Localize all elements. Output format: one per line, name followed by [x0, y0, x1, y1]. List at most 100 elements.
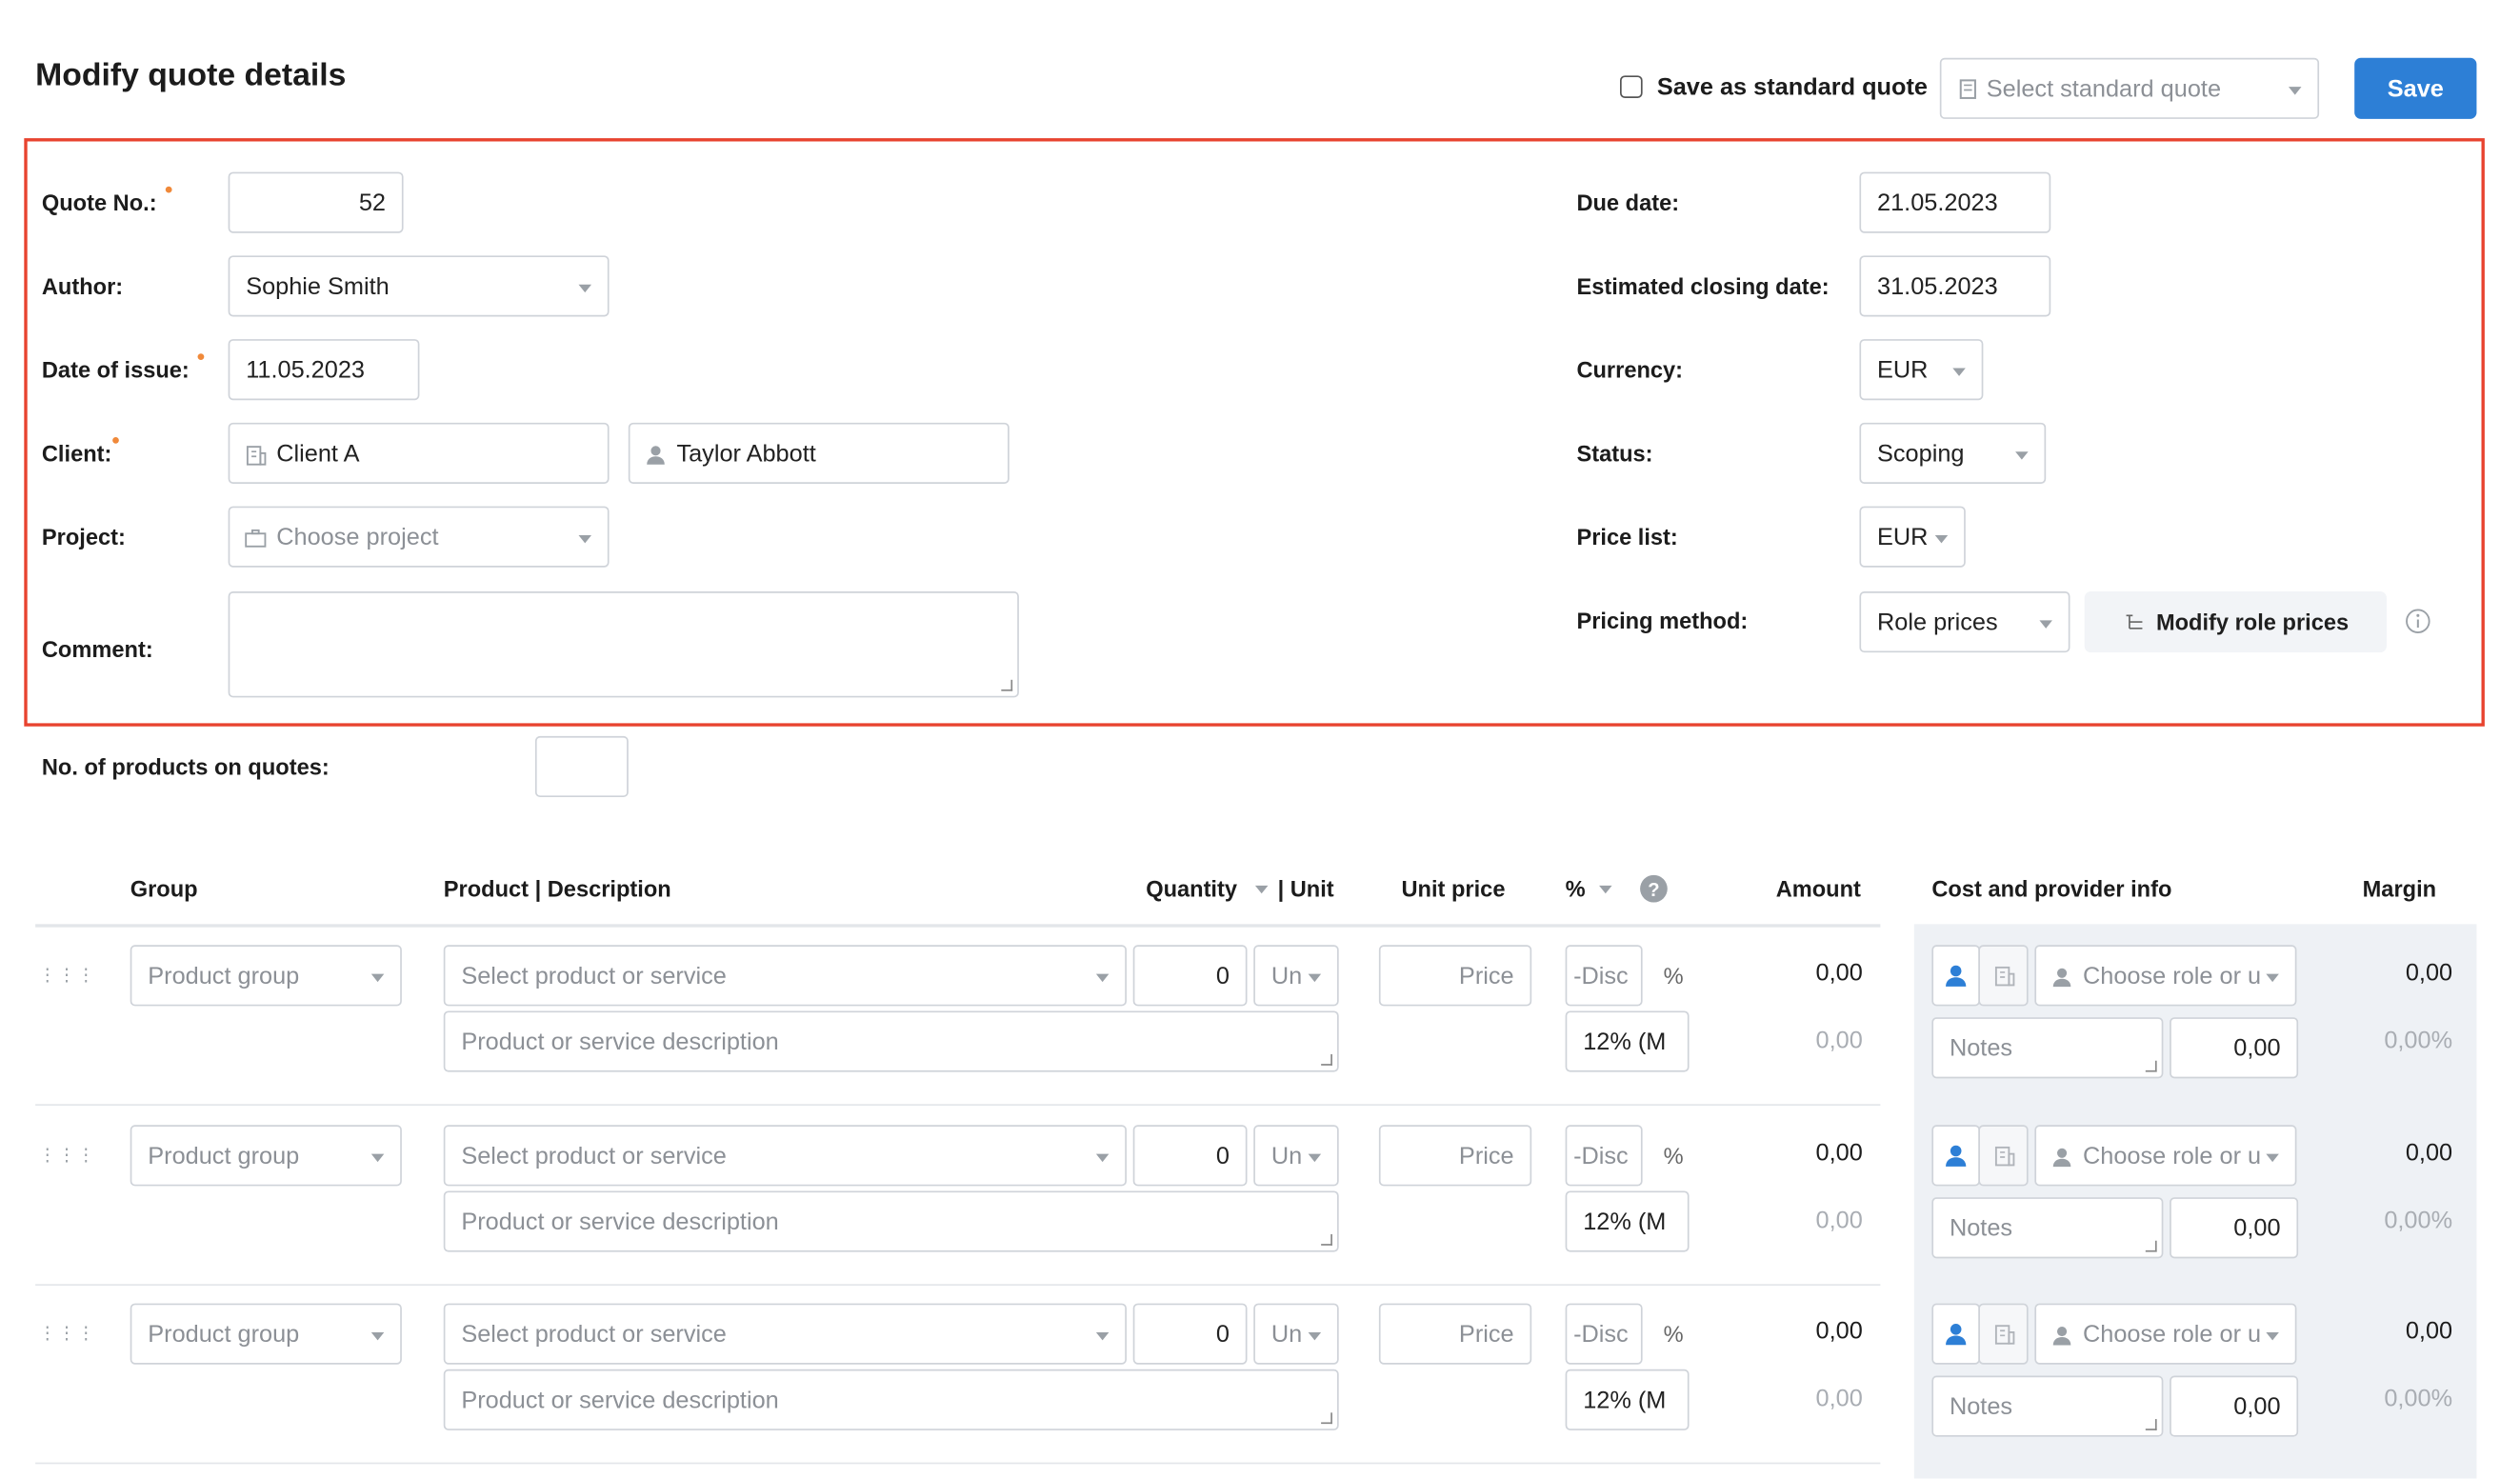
- assign-provider-toggle[interactable]: [1978, 1303, 2029, 1365]
- resize-handle-icon[interactable]: [2145, 1060, 2157, 1072]
- client-select[interactable]: Client A: [228, 422, 610, 484]
- notes-textarea[interactable]: Notes: [1931, 1017, 2164, 1079]
- products-count-input[interactable]: [534, 735, 629, 797]
- header-unit: | Unit: [1277, 875, 1334, 902]
- unit-select[interactable]: Un: [1253, 1303, 1339, 1365]
- quote-no-value: 52: [358, 189, 386, 216]
- role-placeholder: Choose role or u: [2083, 1141, 2262, 1169]
- author-value: Sophie Smith: [246, 272, 390, 300]
- drag-handle-icon[interactable]: ⋮⋮⋮: [39, 1145, 97, 1165]
- author-select[interactable]: Sophie Smith: [228, 255, 610, 317]
- vat-select[interactable]: 12% (M: [1565, 1369, 1690, 1430]
- unit-select[interactable]: Un: [1253, 1125, 1339, 1187]
- price-list-select[interactable]: EUR: [1859, 506, 1966, 568]
- margin-value: 0,00: [2405, 1139, 2453, 1168]
- assign-provider-toggle[interactable]: [1978, 945, 2029, 1007]
- resize-handle-icon[interactable]: [2145, 1419, 2157, 1430]
- drag-handle-icon[interactable]: ⋮⋮⋮: [39, 965, 97, 985]
- header-group: Group: [130, 875, 198, 902]
- quantity-sort-icon[interactable]: [1254, 885, 1269, 894]
- due-date-input[interactable]: 21.05.2023: [1859, 171, 2051, 233]
- project-placeholder: Choose project: [276, 523, 439, 550]
- quantity-input[interactable]: 0: [1132, 945, 1248, 1007]
- modify-role-prices-button[interactable]: Modify role prices: [2084, 591, 2387, 653]
- hierarchy-icon: [2125, 614, 2142, 630]
- closing-date-input[interactable]: 31.05.2023: [1859, 255, 2051, 317]
- vat-select[interactable]: 12% (M: [1565, 1010, 1690, 1072]
- help-icon[interactable]: ?: [1639, 874, 1668, 903]
- role-placeholder: Choose role or u: [2083, 1320, 2262, 1348]
- role-select[interactable]: Choose role or u: [2034, 945, 2297, 1007]
- quote-no-input[interactable]: 52: [228, 171, 404, 233]
- resize-handle-icon[interactable]: [2145, 1240, 2157, 1252]
- vat-value: 12% (M: [1583, 1386, 1667, 1414]
- select-standard-quote[interactable]: Select standard quote: [1939, 57, 2320, 119]
- cost-input[interactable]: 0,00: [2170, 1197, 2299, 1259]
- issue-date-value: 11.05.2023: [246, 355, 366, 384]
- unit-price-input[interactable]: Price: [1378, 1303, 1532, 1365]
- comment-label: Comment:: [41, 636, 153, 663]
- currency-select[interactable]: EUR: [1859, 339, 1984, 401]
- notes-textarea[interactable]: Notes: [1931, 1197, 2164, 1259]
- chevron-down-icon: [578, 534, 591, 544]
- cost-input[interactable]: 0,00: [2170, 1017, 2299, 1079]
- resize-handle-icon[interactable]: [1321, 1054, 1332, 1066]
- pricing-method-select[interactable]: Role prices: [1859, 591, 2070, 653]
- product-select[interactable]: Select product or service: [443, 945, 1127, 1007]
- cost-value: 0,00: [2233, 1213, 2281, 1242]
- unit-price-input[interactable]: Price: [1378, 1125, 1532, 1187]
- save-standard-label: Save as standard quote: [1656, 73, 1928, 102]
- contact-select[interactable]: Taylor Abbott: [628, 422, 1010, 484]
- discount-input[interactable]: -Disc: [1565, 1125, 1643, 1187]
- unit-placeholder: Un: [1270, 1141, 1303, 1169]
- chevron-down-icon: [2039, 620, 2052, 629]
- assign-person-toggle[interactable]: [1931, 1125, 1980, 1187]
- comment-textarea[interactable]: [228, 591, 1019, 698]
- project-select[interactable]: Choose project: [228, 506, 610, 568]
- product-group-select[interactable]: Product group: [130, 1303, 402, 1365]
- description-textarea[interactable]: Product or service description: [443, 1190, 1339, 1252]
- product-group-select[interactable]: Product group: [130, 1125, 402, 1187]
- save-standard-checkbox[interactable]: [1620, 75, 1643, 98]
- header-cost: Cost and provider info: [1931, 875, 2172, 902]
- chevron-down-icon: [2289, 87, 2302, 95]
- resize-handle-icon[interactable]: [1321, 1412, 1332, 1425]
- chevron-down-icon: [1095, 1153, 1110, 1163]
- issue-date-input[interactable]: 11.05.2023: [228, 339, 420, 401]
- header-amount: Amount: [1775, 875, 1861, 902]
- quantity-input[interactable]: 0: [1132, 1125, 1248, 1187]
- due-date-value: 21.05.2023: [1877, 189, 1998, 216]
- status-select[interactable]: Scoping: [1859, 422, 2047, 484]
- save-button[interactable]: Save: [2354, 57, 2477, 119]
- assign-provider-toggle[interactable]: [1978, 1125, 2029, 1187]
- role-select[interactable]: Choose role or u: [2034, 1125, 2297, 1187]
- role-placeholder: Choose role or u: [2083, 961, 2262, 989]
- discount-input[interactable]: -Disc: [1565, 945, 1643, 1007]
- status-value: Scoping: [1877, 439, 1965, 468]
- product-select[interactable]: Select product or service: [443, 1125, 1127, 1187]
- unit-select[interactable]: Un: [1253, 945, 1339, 1007]
- unit-price-input[interactable]: Price: [1378, 945, 1532, 1007]
- info-icon[interactable]: [2405, 608, 2432, 635]
- product-group-select[interactable]: Product group: [130, 945, 402, 1007]
- description-textarea[interactable]: Product or service description: [443, 1010, 1339, 1072]
- resize-handle-icon[interactable]: [1321, 1234, 1332, 1246]
- quantity-input[interactable]: 0: [1132, 1303, 1248, 1365]
- discount-input[interactable]: -Disc: [1565, 1303, 1643, 1365]
- role-select[interactable]: Choose role or u: [2034, 1303, 2297, 1365]
- issue-date-label: Date of issue:: [41, 356, 190, 383]
- notes-textarea[interactable]: Notes: [1931, 1375, 2164, 1437]
- chevron-down-icon: [1934, 534, 1949, 544]
- notes-placeholder: Notes: [1949, 1392, 2013, 1420]
- product-select[interactable]: Select product or service: [443, 1303, 1127, 1365]
- assign-person-toggle[interactable]: [1931, 1303, 1980, 1365]
- header-quantity[interactable]: Quantity: [1146, 876, 1237, 902]
- assign-person-toggle[interactable]: [1931, 945, 1980, 1007]
- cost-input[interactable]: 0,00: [2170, 1375, 2299, 1437]
- description-textarea[interactable]: Product or service description: [443, 1369, 1339, 1430]
- header-percent[interactable]: %: [1566, 876, 1586, 902]
- vat-select[interactable]: 12% (M: [1565, 1190, 1690, 1252]
- drag-handle-icon[interactable]: ⋮⋮⋮: [39, 1323, 97, 1344]
- percent-dropdown-icon[interactable]: [1599, 885, 1612, 894]
- resize-handle-icon[interactable]: [1001, 679, 1013, 691]
